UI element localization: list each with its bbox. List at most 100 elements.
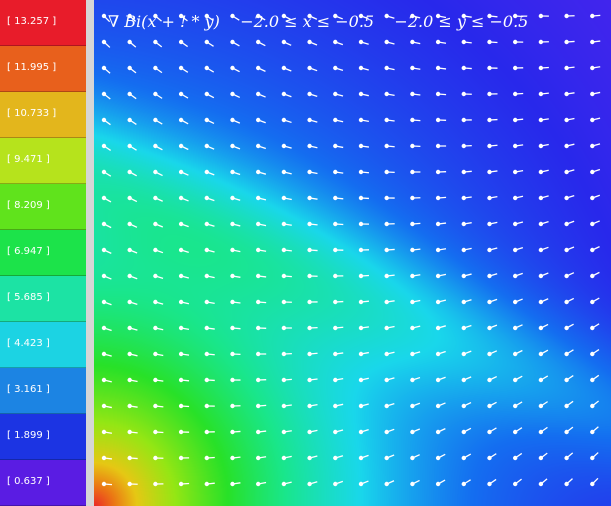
vector-arrow (358, 325, 370, 331)
vector-arrow (461, 350, 472, 357)
vector-arrow (513, 478, 522, 487)
vector-arrow (435, 65, 447, 71)
vector-arrow (538, 39, 549, 45)
vector-arrow (101, 299, 112, 306)
vector-arrow (487, 195, 498, 201)
vector-arrow (307, 325, 318, 331)
vector-arrow (590, 349, 600, 357)
vector-arrow (461, 169, 472, 175)
vector-arrow (127, 65, 137, 74)
colorbar-cell: [ 3.161 ] (0, 368, 86, 414)
vector-arrow (410, 299, 421, 305)
vector-arrow (461, 453, 472, 461)
vector-arrow (590, 323, 600, 331)
vector-arrow (384, 273, 395, 279)
vector-arrow (307, 351, 318, 357)
vector-arrow (487, 298, 498, 305)
vector-arrow (281, 273, 292, 279)
vector-arrow (384, 117, 395, 123)
vector-arrow (204, 91, 215, 99)
vector-arrow (230, 247, 241, 253)
vector-arrow (127, 247, 138, 254)
vector-arrow (307, 117, 318, 123)
colorbar-label: [ 0.637 ] (7, 476, 50, 487)
vector-arrow (307, 221, 318, 227)
vector-arrow (461, 376, 472, 383)
vector-arrow (538, 117, 549, 123)
vector-arrow (564, 143, 575, 149)
vector-arrow (538, 298, 549, 305)
vector-arrow (281, 377, 292, 383)
vector-arrow (101, 195, 112, 203)
vector-arrow (564, 194, 575, 201)
vector-arrow (256, 377, 267, 383)
vector-arrow (153, 403, 164, 409)
colorbar-cell: [ 4.423 ] (0, 322, 86, 368)
vector-arrow (564, 91, 575, 97)
vector-arrow (230, 143, 241, 150)
vector-arrow (435, 428, 446, 435)
vector-arrow (590, 452, 599, 461)
vector-arrow (590, 271, 600, 279)
colorbar-legend: [ 13.257 ] [ 11.995 ] [ 10.733 ] [ 9.471 ] [… (0, 0, 86, 506)
vector-arrow (384, 39, 395, 45)
vector-arrow (256, 221, 267, 227)
vector-arrow (281, 91, 292, 98)
vector-arrow (333, 351, 344, 357)
vector-arrow (204, 455, 215, 461)
vector-arrow (435, 273, 447, 279)
vector-arrow (101, 247, 112, 254)
vector-arrow (435, 350, 446, 357)
vector-arrow (538, 426, 548, 435)
vector-arrow (564, 400, 574, 409)
vector-arrow (127, 143, 137, 151)
vector-arrow (230, 273, 241, 279)
vector-arrow (590, 194, 601, 201)
vector-arrow (564, 349, 574, 357)
vector-arrow (204, 247, 215, 253)
vector-arrow (127, 325, 138, 331)
vector-arrow (101, 39, 111, 48)
vector-arrow (204, 377, 215, 383)
vector-arrow (204, 117, 215, 125)
vector-arrow (435, 479, 446, 487)
vector-arrow (358, 195, 370, 201)
vector-arrow (384, 377, 395, 383)
vector-arrow (513, 169, 524, 175)
vector-arrow (384, 65, 395, 71)
vector-arrow (513, 195, 524, 201)
colorbar-cell: [ 10.733 ] (0, 92, 86, 138)
vector-arrow (358, 429, 369, 435)
vector-arrow (127, 299, 138, 306)
vector-arrow (487, 247, 498, 253)
vector-arrow (256, 299, 267, 305)
colorbar-label: [ 4.423 ] (7, 338, 50, 349)
vector-arrow (127, 39, 137, 48)
vector-arrow (333, 143, 344, 149)
vector-arrow (204, 169, 215, 176)
vector-arrow (513, 65, 524, 71)
vector-arrow (564, 220, 575, 227)
vector-arrow (307, 169, 318, 175)
colorbar-label: [ 3.161 ] (7, 384, 50, 395)
vector-arrow (307, 91, 318, 98)
vector-arrow (564, 375, 574, 383)
vector-arrow (127, 117, 137, 125)
vector-arrow (281, 143, 292, 149)
vector-arrow (178, 481, 190, 487)
vector-arrow (564, 323, 574, 331)
vector-arrow (101, 143, 112, 151)
vector-arrow (153, 325, 164, 331)
vector-arrow (590, 297, 600, 305)
vector-arrow (384, 247, 395, 253)
colorbar-label: [ 13.257 ] (7, 16, 57, 27)
vector-arrow (487, 453, 497, 461)
vector-arrow (590, 477, 599, 487)
vector-arrow (178, 247, 189, 253)
vector-arrow (230, 481, 241, 487)
vector-arrow (256, 481, 267, 487)
vector-arrow (358, 403, 369, 409)
vector-arrow (358, 377, 369, 383)
vector-arrow (178, 273, 190, 279)
vector-arrow (333, 455, 344, 461)
